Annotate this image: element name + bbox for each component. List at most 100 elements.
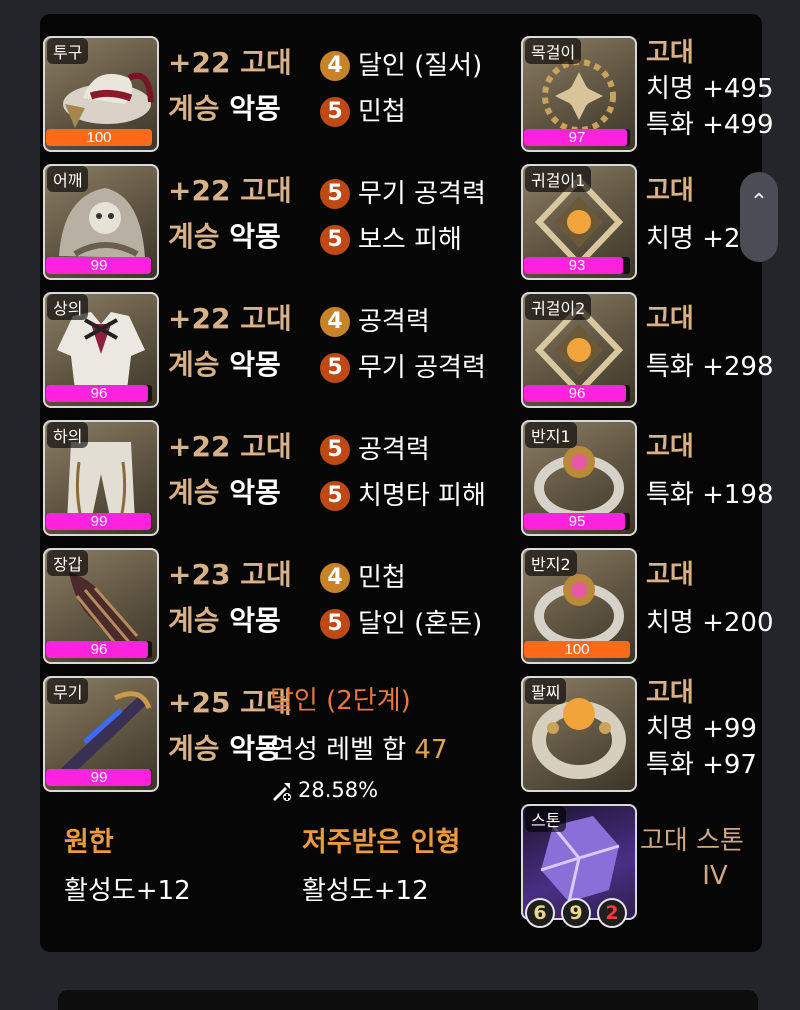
engraving-name: 보스 피해 — [358, 225, 462, 255]
transcend-value: 악몽 — [229, 348, 281, 381]
accessory-stat: 특화 +298 — [646, 352, 774, 382]
accessory-slot-earring-2[interactable]: 귀걸이2 96 — [521, 292, 637, 408]
grade: 고대 — [646, 38, 694, 68]
quality-bar: 95 — [524, 513, 630, 530]
transcend-value: 악몽 — [229, 604, 281, 637]
grade: 고대 — [646, 304, 694, 334]
quality-value: 95 — [568, 513, 586, 530]
stone-penalty: 2 — [597, 898, 627, 928]
transcend-label: 계승 — [168, 220, 220, 253]
slot-label: 투구 — [47, 38, 89, 64]
slot-label: 어깨 — [47, 166, 89, 192]
transcend-label: 계승 — [168, 604, 220, 637]
chevron-up-icon: ⌃ — [749, 190, 769, 215]
accessory-stat: 치명 +495 — [646, 74, 774, 104]
quality-bar: 93 — [524, 257, 630, 274]
quality-bar: 97 — [524, 129, 630, 146]
engraving-level-badge: 5 — [320, 609, 350, 639]
engraving: 4 공격력 — [320, 304, 520, 338]
refine-level: +22 — [168, 430, 231, 463]
transcend-value: 악몽 — [229, 220, 281, 253]
engraving-name: 치명타 피해 — [358, 481, 486, 511]
engraving: 4 민첩 — [320, 560, 520, 594]
accessory-slot-bracelet[interactable]: 팔찌 — [521, 676, 637, 792]
grade: 고대 — [240, 46, 292, 79]
engraving: 5 보스 피해 — [320, 222, 520, 256]
quality-value: 99 — [90, 769, 108, 786]
quality-bar: 96 — [46, 385, 152, 402]
engraving: 5 민첩 — [320, 94, 520, 128]
engraving-name: 민첩 — [358, 563, 406, 593]
engraving-level-badge: 4 — [320, 51, 350, 81]
ability-title-2: 저주받은 인형 — [302, 827, 461, 858]
engraving: 5 치명타 피해 — [320, 478, 520, 512]
slot-label: 무기 — [47, 678, 89, 704]
quality-value: 96 — [90, 385, 108, 402]
engraving-level-badge: 5 — [320, 481, 350, 511]
slot-label: 귀걸이2 — [525, 294, 592, 320]
quality-value: 97 — [568, 129, 586, 146]
engraving: 5 무기 공격력 — [320, 176, 520, 210]
engraving-level-badge: 5 — [320, 97, 350, 127]
quality-bar: 96 — [524, 385, 630, 402]
gear-slot-pants[interactable]: 하의 99 — [43, 420, 159, 536]
quality-value: 93 — [568, 257, 586, 274]
engraving: 5 달인 (혼돈) — [320, 606, 520, 640]
accessory-stat: 특화 +499 — [646, 110, 774, 140]
quality-value: 96 — [90, 641, 108, 658]
accessory-stat: 치명 +200 — [646, 608, 774, 638]
engraving: 5 무기 공격력 — [320, 350, 520, 384]
slot-label: 스톤 — [525, 806, 567, 832]
gear-slot-helmet[interactable]: 투구 100 — [43, 36, 159, 152]
accessory-slot-necklace[interactable]: 목걸이 97 — [521, 36, 637, 152]
slot-label: 하의 — [47, 422, 89, 448]
slot-label: 상의 — [47, 294, 89, 320]
elixir-level-sum-value: 47 — [414, 735, 448, 765]
accessory-stat: 치명 +99 — [646, 714, 757, 744]
gear-slot-shoulder[interactable]: 어깨 99 — [43, 164, 159, 280]
gear-slot-chest[interactable]: 상의 96 — [43, 292, 159, 408]
engraving-level-badge: 5 — [320, 353, 350, 383]
slot-label: 장갑 — [47, 550, 89, 576]
accessory-slot-earring-1[interactable]: 귀걸이1 93 — [521, 164, 637, 280]
gear-slot-gloves[interactable]: 장갑 96 — [43, 548, 159, 664]
engraving-name: 공격력 — [358, 435, 430, 465]
grade: 고대 — [240, 430, 292, 463]
transcendence-stat: 28.58% — [270, 776, 378, 804]
engraving-name: 달인 (질서) — [358, 51, 483, 81]
engraving-level-badge: 5 — [320, 179, 350, 209]
slot-label: 반지2 — [525, 550, 577, 576]
engraving-name: 민첩 — [358, 97, 406, 127]
ability-stone-slot[interactable]: 스톤 6 9 2 — [521, 804, 637, 928]
transcend-label: 계승 — [168, 348, 220, 381]
engraving-name: 달인 (혼돈) — [358, 609, 483, 639]
quality-bar: 96 — [46, 641, 152, 658]
transcend-value: 악몽 — [229, 92, 281, 125]
grade: 고대 — [646, 560, 694, 590]
stone-engraving-2: 9 — [561, 898, 591, 928]
scroll-up-button[interactable]: ⌃ — [740, 172, 778, 262]
transcend-label: 계승 — [168, 92, 220, 125]
quality-value: 96 — [568, 385, 586, 402]
gear-slot-weapon[interactable]: 무기 99 — [43, 676, 159, 792]
refine-level: +25 — [168, 686, 231, 719]
transcendence-percent: 28.58% — [298, 778, 379, 802]
transcend-value: 악몽 — [229, 476, 281, 509]
accessory-slot-ring-1[interactable]: 반지1 95 — [521, 420, 637, 536]
quality-value: 100 — [564, 641, 590, 658]
quality-bar: 99 — [46, 513, 152, 530]
quality-bar: 100 — [46, 129, 152, 146]
accessory-slot-ring-2[interactable]: 반지2 100 — [521, 548, 637, 664]
accessory-stat: 특화 +97 — [646, 750, 757, 780]
grade: 고대 — [240, 558, 292, 591]
quality-value: 99 — [90, 513, 108, 530]
ability-title-1: 원한 — [64, 827, 114, 858]
engraving-name: 무기 공격력 — [358, 179, 486, 209]
stone-grade-label: 고대 스톤 — [640, 826, 744, 856]
engraving-level-badge: 5 — [320, 225, 350, 255]
stone-engraving-1: 6 — [525, 898, 555, 928]
grade: 고대 — [646, 432, 694, 462]
quality-value: 99 — [90, 257, 108, 274]
elixir-level-sum: 연성 레벨 합 47 — [270, 733, 448, 767]
grade: 고대 — [646, 176, 694, 206]
